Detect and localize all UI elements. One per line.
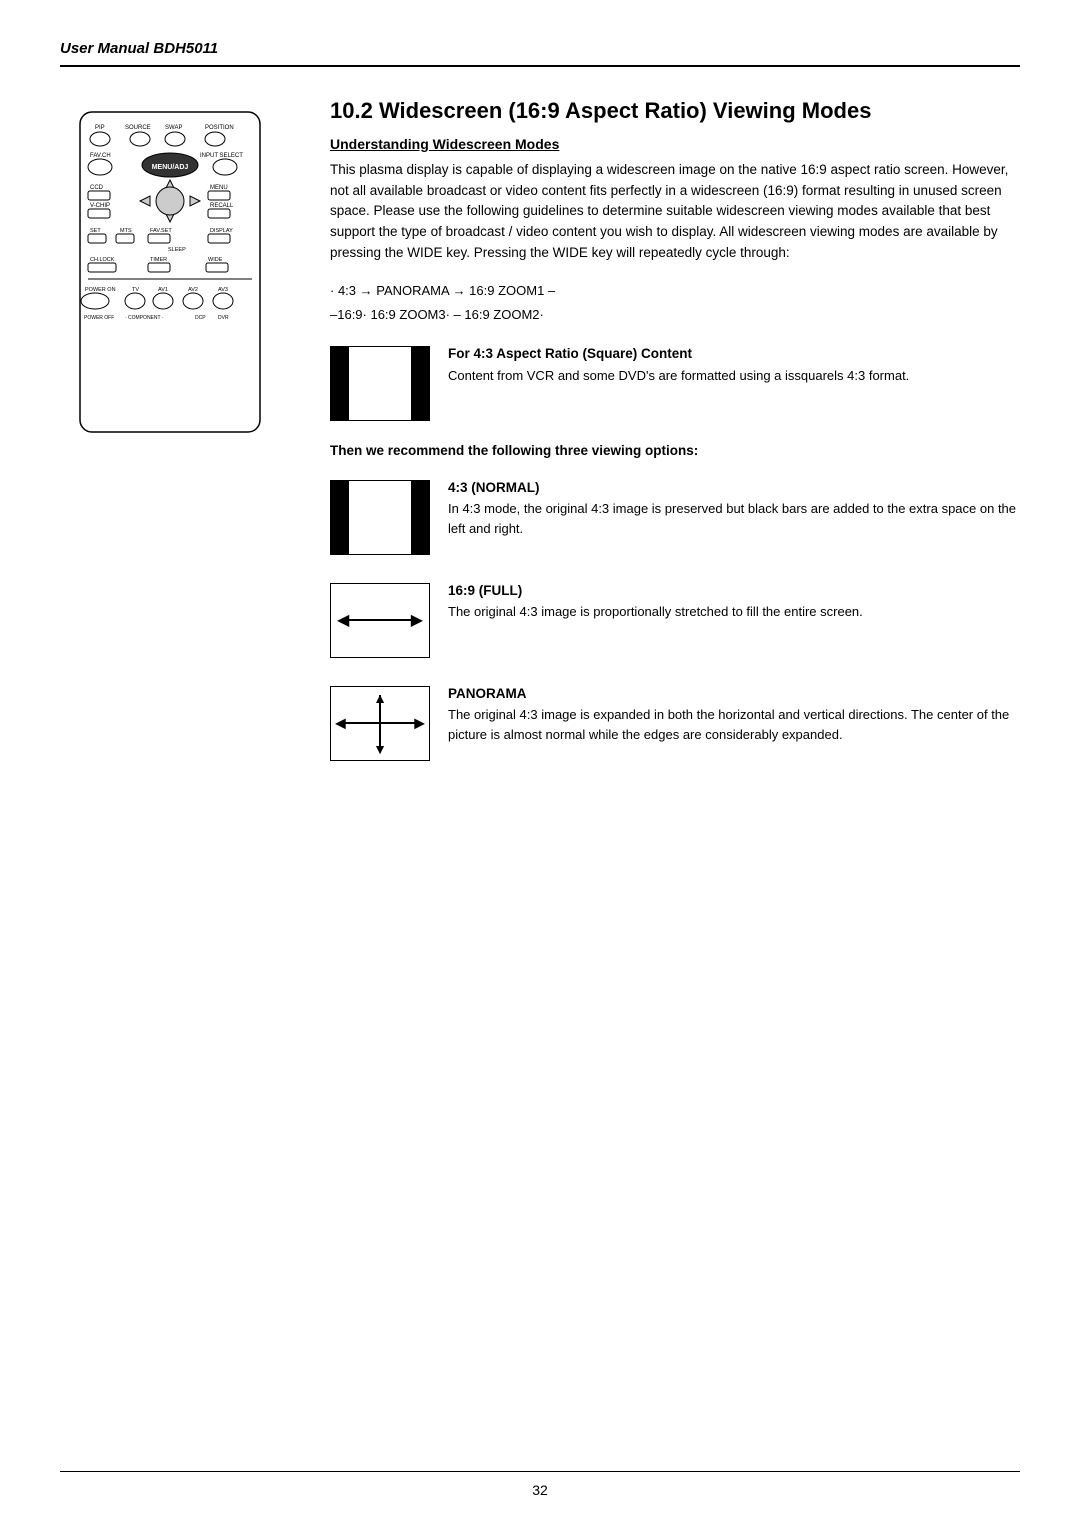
page-footer: 32 [60, 1471, 1020, 1498]
page-header: User Manual BDH5011 [60, 40, 1020, 67]
manual-title: User Manual BDH5011 [60, 40, 218, 57]
svg-text:MENU/ADJ: MENU/ADJ [152, 164, 189, 171]
for43-text: For 4:3 Aspect Ratio (Square) Content Co… [448, 346, 909, 386]
mode-panorama-label: PANORAMA [448, 686, 1020, 701]
svg-text:DVR: DVR [218, 315, 229, 321]
svg-text:SET: SET [90, 228, 101, 234]
for43-section: For 4:3 Aspect Ratio (Square) Content Co… [330, 346, 1020, 421]
svg-text:RECALL: RECALL [210, 203, 234, 209]
section-subtitle: Understanding Widescreen Modes [330, 136, 1020, 152]
mode-normal-desc: In 4:3 mode, the original 4:3 image is p… [448, 499, 1020, 539]
mode-full-text: 16:9 (FULL) The original 4:3 image is pr… [448, 583, 1020, 622]
svg-text:AV1: AV1 [158, 287, 168, 293]
mode-full-label: 16:9 (FULL) [448, 583, 1020, 598]
mode-panorama-section: ◀ ▶ ▲ ▼ PANORAMA The original 4:3 image … [330, 686, 1020, 761]
mode-full-section: ◀ ▶ 16:9 (FULL) The original 4:3 image i… [330, 583, 1020, 658]
main-content: PIP SOURCE SWAP POSITION FAV.CH INPUT SE… [60, 97, 1020, 789]
recommend-text: Then we recommend the following three vi… [330, 441, 1020, 462]
svg-text:DISPLAY: DISPLAY [210, 228, 233, 234]
intro-paragraph: This plasma display is capable of displa… [330, 160, 1020, 265]
mode-panorama-desc: The original 4:3 image is expanded in bo… [448, 705, 1020, 745]
mode-normal-section: 4:3 (NORMAL) In 4:3 mode, the original 4… [330, 480, 1020, 555]
diagram-43-square [330, 346, 430, 421]
svg-text:INPUT SELECT: INPUT SELECT [200, 153, 243, 159]
svg-text:TV: TV [132, 287, 139, 293]
svg-text:MTS: MTS [120, 228, 132, 234]
arrow-left-panorama: ◀ [335, 715, 346, 732]
for43-desc: Content from VCR and some DVD's are form… [448, 366, 909, 386]
svg-text:SWAP: SWAP [165, 125, 182, 131]
arrow-left-full: ◀ [337, 610, 349, 630]
svg-text:CH.LOCK: CH.LOCK [90, 257, 115, 263]
zoom-cycle-line1: · 4:3 → PANORAMA → 16:9 ZOOM1 – [330, 279, 1020, 302]
section-title: 10.2 Widescreen (16:9 Aspect Ratio) View… [330, 97, 1020, 126]
arrow-line-full [345, 619, 415, 621]
bar-right [411, 347, 429, 420]
svg-text:FAV.CH: FAV.CH [90, 153, 111, 159]
remote-column: PIP SOURCE SWAP POSITION FAV.CH INPUT SE… [60, 97, 300, 789]
svg-text:TIMER: TIMER [150, 257, 167, 263]
mode-normal-label: 4:3 (NORMAL) [448, 480, 1020, 495]
page-container: User Manual BDH5011 PIP SOURCE SWAP POSI… [0, 0, 1080, 1528]
svg-text:WIDE: WIDE [208, 257, 223, 263]
arrow-up-panorama: ▲ [373, 690, 387, 706]
svg-text:V-CHIP: V-CHIP [90, 203, 110, 209]
svg-text:POWER OFF: POWER OFF [84, 315, 114, 321]
arrow-down-panorama: ▼ [373, 741, 387, 757]
svg-text:POSITION: POSITION [205, 125, 234, 131]
svg-text:DCP: DCP [195, 315, 206, 321]
diagram-full: ◀ ▶ [330, 583, 430, 658]
diagram-normal [330, 480, 430, 555]
bar-left-normal [331, 481, 349, 554]
svg-text:MENU: MENU [210, 185, 228, 191]
for43-label: For 4:3 Aspect Ratio (Square) Content [448, 346, 909, 361]
zoom-cycle-line2: –16:9· 16:9 ZOOM3· – 16:9 ZOOM2· [330, 303, 1020, 326]
mode-panorama-text: PANORAMA The original 4:3 image is expan… [448, 686, 1020, 745]
svg-text:FAV.SET: FAV.SET [150, 228, 172, 234]
diagram-panorama: ◀ ▶ ▲ ▼ [330, 686, 430, 761]
svg-text:AV3: AV3 [218, 287, 228, 293]
page-number: 32 [532, 1482, 548, 1498]
svg-text:· COMPONENT ·: · COMPONENT · [125, 315, 164, 321]
svg-text:SOURCE: SOURCE [125, 125, 151, 131]
mode-full-desc: The original 4:3 image is proportionally… [448, 602, 1020, 622]
svg-text:POWER ON: POWER ON [85, 287, 116, 293]
arrow-right-panorama: ▶ [414, 715, 425, 732]
svg-text:AV2: AV2 [188, 287, 198, 293]
svg-text:SLEEP: SLEEP [168, 247, 186, 253]
bar-left [331, 347, 349, 420]
remote-illustration: PIP SOURCE SWAP POSITION FAV.CH INPUT SE… [60, 107, 280, 450]
svg-text:CCD: CCD [90, 185, 104, 191]
bar-right-normal [411, 481, 429, 554]
mode-normal-text: 4:3 (NORMAL) In 4:3 mode, the original 4… [448, 480, 1020, 539]
zoom-cycle: · 4:3 → PANORAMA → 16:9 ZOOM1 – –16:9· 1… [330, 279, 1020, 326]
svg-text:PIP: PIP [95, 125, 105, 131]
arrow-right-full: ▶ [411, 610, 423, 630]
text-column: 10.2 Widescreen (16:9 Aspect Ratio) View… [330, 97, 1020, 789]
